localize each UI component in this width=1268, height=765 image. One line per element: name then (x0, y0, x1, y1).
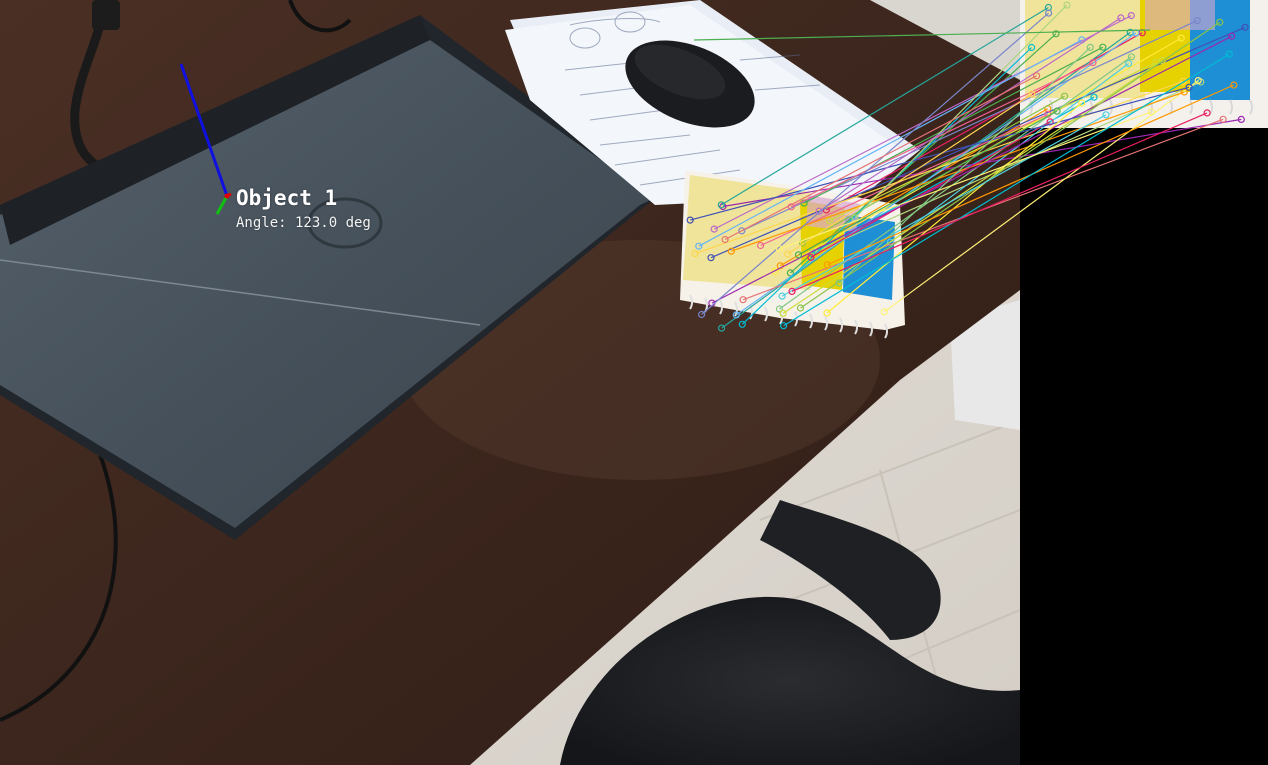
angle-label: Angle: 123.0 deg (236, 215, 371, 231)
scene-canvas (0, 0, 1268, 765)
object-label: Object 1 (236, 186, 338, 210)
pose-origin (224, 193, 230, 199)
feature-match-view: Object 1 Angle: 123.0 deg (0, 0, 1268, 765)
